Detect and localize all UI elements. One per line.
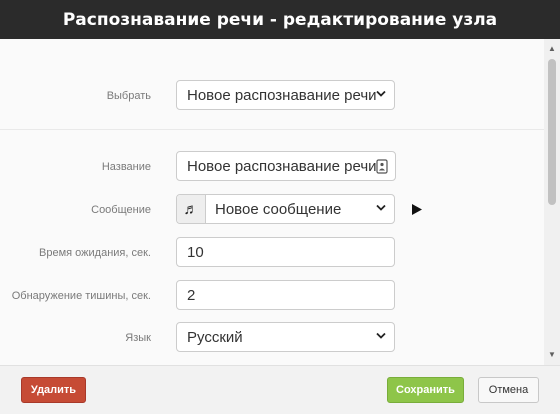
name-label: Название	[101, 161, 151, 173]
timeout-label: Время ожидания, сек.	[39, 247, 151, 259]
scrollbar[interactable]: ▲ ▼	[544, 39, 560, 365]
message-value: Новое сообщение	[215, 200, 342, 218]
scroll-down-icon[interactable]: ▼	[544, 347, 560, 363]
chevron-down-icon	[376, 204, 386, 211]
silence-input[interactable]: 2	[176, 280, 395, 310]
dialog-footer: Удалить Сохранить Отмена	[0, 365, 560, 414]
silence-value: 2	[187, 286, 196, 304]
section-divider	[0, 129, 546, 130]
select-label: Выбрать	[106, 90, 151, 102]
music-note-icon[interactable]: ♬	[177, 195, 206, 223]
save-button[interactable]: Сохранить	[387, 377, 464, 403]
dialog-content: Выбрать Новое распознавание речи Названи…	[0, 39, 546, 365]
timeout-input[interactable]: 10	[176, 237, 395, 267]
chevron-down-icon	[376, 90, 386, 97]
name-input[interactable]: Новое распознавание речи	[176, 151, 396, 181]
message-label: Сообщение	[91, 204, 151, 216]
message-dropdown[interactable]: ♬ Новое сообщение	[176, 194, 395, 224]
edit-node-dialog: Распознавание речи - редактирование узла…	[0, 0, 560, 414]
play-icon[interactable]	[412, 204, 422, 215]
cancel-button[interactable]: Отмена	[478, 377, 539, 403]
dialog-title: Распознавание речи - редактирование узла	[0, 0, 560, 39]
select-value: Новое распознавание речи	[187, 86, 377, 104]
contact-card-icon[interactable]	[376, 159, 388, 174]
chevron-down-icon	[376, 332, 386, 339]
scroll-up-icon[interactable]: ▲	[544, 41, 560, 57]
name-value: Новое распознавание речи	[187, 157, 377, 175]
select-dropdown[interactable]: Новое распознавание речи	[176, 80, 395, 110]
silence-label: Обнаружение тишины, сек.	[11, 290, 151, 302]
scrollbar-thumb[interactable]	[548, 59, 556, 205]
language-dropdown[interactable]: Русский	[176, 322, 395, 352]
timeout-value: 10	[187, 243, 204, 261]
language-value: Русский	[187, 328, 243, 346]
language-label: Язык	[125, 332, 151, 344]
delete-button[interactable]: Удалить	[21, 377, 86, 403]
